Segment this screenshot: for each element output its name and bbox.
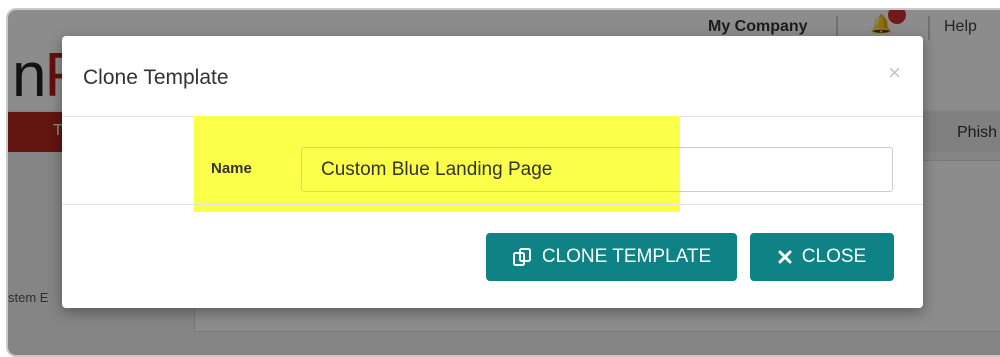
name-input[interactable]	[301, 147, 893, 192]
close-label: CLOSE	[801, 246, 867, 267]
clone-template-label: CLONE TEMPLATE	[541, 246, 712, 267]
clone-template-modal: Clone Template × Name CLONE TEMPLATE CLO…	[62, 36, 923, 308]
modal-footer: CLONE TEMPLATE CLOSE	[62, 204, 923, 309]
copy-icon	[512, 247, 532, 267]
name-label: Name	[211, 160, 252, 177]
modal-header: Clone Template ×	[62, 36, 923, 117]
clone-template-button[interactable]: CLONE TEMPLATE	[486, 233, 737, 281]
modal-title: Clone Template	[83, 66, 229, 89]
close-button[interactable]: CLOSE	[750, 233, 894, 281]
close-icon[interactable]: ×	[888, 60, 901, 86]
name-form-row: Name	[62, 116, 923, 204]
x-icon	[778, 250, 792, 264]
